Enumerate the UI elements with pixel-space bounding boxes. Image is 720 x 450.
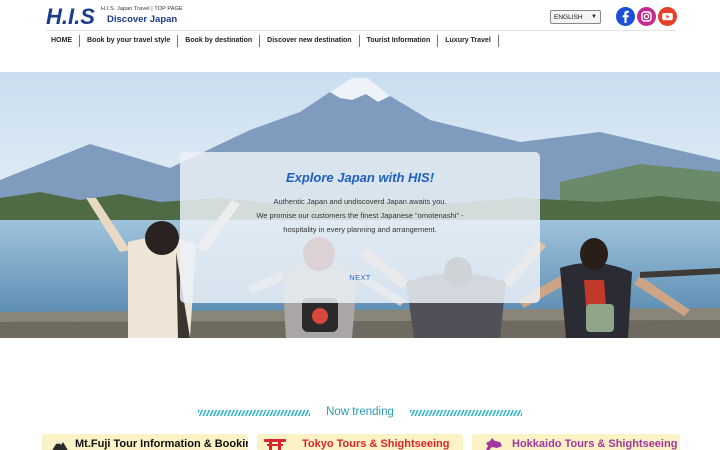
hokkaido-map-icon — [486, 438, 502, 450]
trending-title: Now trending — [326, 406, 394, 418]
trending-card-mt-fuji[interactable]: Mt.Fuji Tour Information & Booking — [42, 434, 248, 450]
decorative-stripe — [410, 410, 522, 416]
hero-text-line: hospitality in every planning and arrang… — [283, 225, 437, 234]
trending-card-hokkaido[interactable]: Hokkaido Tours & Shightseeing — [472, 434, 680, 450]
svg-text:H.I.S: H.I.S — [46, 4, 95, 28]
nav-item-destination[interactable]: Book by destination — [178, 35, 261, 47]
nav-item-luxury-travel[interactable]: Luxury Travel — [438, 35, 499, 47]
hero-text-line: Authentic Japan and undiscoverd Japan aw… — [273, 197, 447, 206]
hero-overlay-card: Explore Japan with HIS! Authentic Japan … — [180, 152, 540, 303]
trending-card-label: Tokyo Tours & Shightseeing — [302, 438, 450, 450]
main-nav: HOME Book by your travel style Book by d… — [46, 34, 499, 48]
mountain-icon — [52, 441, 68, 450]
language-select[interactable]: ENGLISH ▼ — [550, 10, 601, 24]
chevron-down-icon: ▼ — [591, 14, 597, 20]
site-title[interactable]: Discover Japan — [107, 14, 177, 25]
hero-text-line: We promise our customers the finest Japa… — [256, 211, 464, 220]
nav-item-home[interactable]: HOME — [46, 35, 80, 47]
site-subtitle: H.I.S. Japan Travel | TOP PAGE — [101, 6, 183, 12]
hero-title: Explore Japan with HIS! — [285, 170, 435, 185]
nav-item-tourist-information[interactable]: Tourist Information — [360, 35, 439, 47]
header-divider — [46, 30, 676, 31]
nav-item-new-destination[interactable]: Discover new destination — [260, 35, 360, 47]
torii-gate-icon — [264, 439, 286, 450]
his-logo[interactable]: H.I.S — [46, 4, 98, 28]
trending-card-label: Hokkaido Tours & Shightseeing — [512, 438, 678, 450]
instagram-icon[interactable] — [637, 7, 656, 26]
trending-header: Now trending — [0, 404, 720, 422]
language-selected-value: ENGLISH — [554, 13, 583, 21]
site-header: H.I.S H.I.S. Japan Travel | TOP PAGE Dis… — [0, 0, 720, 72]
trending-card-label: Mt.Fuji Tour Information & Booking — [75, 438, 248, 450]
trending-card-tokyo[interactable]: Tokyo Tours & Shightseeing — [257, 434, 463, 450]
nav-item-travel-style[interactable]: Book by your travel style — [80, 35, 179, 47]
hero-banner: Explore Japan with HIS! Authentic Japan … — [0, 72, 720, 338]
facebook-icon[interactable] — [616, 7, 635, 26]
next-slide-button[interactable]: NEXT — [180, 273, 540, 282]
youtube-icon[interactable] — [658, 7, 677, 26]
